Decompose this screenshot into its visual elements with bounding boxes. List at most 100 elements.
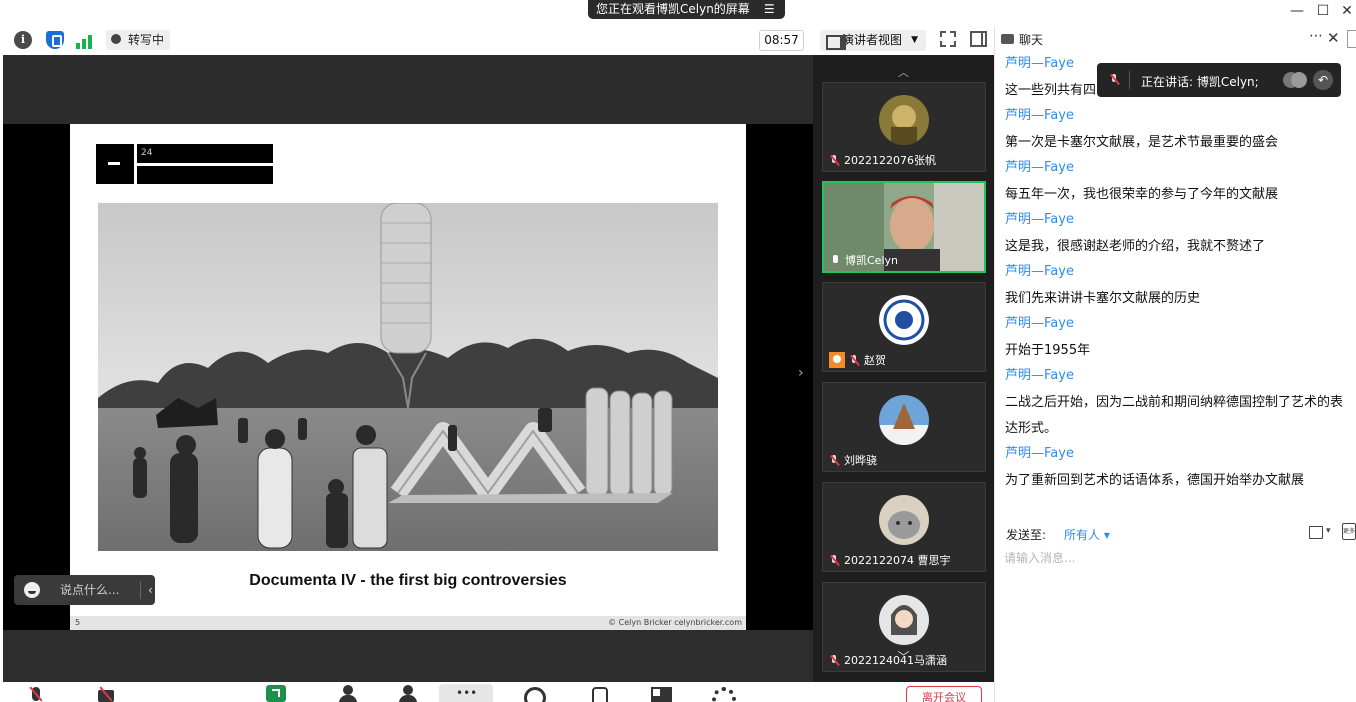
documenta-photo-illustration: [98, 203, 718, 551]
slide-photo: [98, 203, 718, 551]
mute-mic-icon[interactable]: [26, 685, 46, 702]
file-share-icon[interactable]: [1309, 526, 1323, 539]
mic-muted-icon: [829, 154, 840, 166]
mic-muted-icon[interactable]: [1109, 74, 1120, 85]
mic-muted-icon: [829, 454, 840, 466]
transcription-label: 转写中: [128, 33, 165, 47]
gallery-scroll-down-icon[interactable]: ﹀: [813, 648, 994, 665]
chat-message-sender[interactable]: 芦明—Faye: [1005, 262, 1355, 288]
meeting-timer: 08:57: [759, 30, 804, 51]
chat-message-sender[interactable]: 芦明—Faye: [1005, 210, 1355, 236]
chat-message-text: 为了重新回到艺术的话语体系，德国开始举办文献展: [1005, 473, 1305, 488]
slide-logo: [96, 144, 134, 184]
file-caret-icon[interactable]: ▾: [1326, 526, 1331, 536]
leave-meeting-button[interactable]: 离开会议: [906, 686, 982, 702]
chat-close-icon[interactable]: ✕: [1327, 29, 1340, 47]
send-to-recipient-dropdown[interactable]: 所有人 ▾: [1064, 526, 1110, 543]
chat-message-text: 我们先来讲讲卡塞尔文献展的历史: [1005, 291, 1201, 306]
chat-message-sender[interactable]: 芦明—Faye: [1005, 366, 1355, 392]
collapse-chevron-icon[interactable]: ‹: [148, 575, 153, 605]
participant-name-row: 2022122076张帆: [829, 152, 936, 168]
chat-title: 聊天: [1019, 33, 1044, 47]
share-banner-text: 您正在观看博凯Celyn的屏幕: [596, 2, 750, 16]
sidebar-toggle-icon[interactable]: [970, 31, 987, 47]
mic-muted-icon: [829, 554, 840, 566]
title-bar: 您正在观看博凯Celyn的屏幕 ☰ — ☐ ✕: [0, 0, 1356, 24]
chat-message-sender[interactable]: 芦明—Faye: [1005, 314, 1355, 340]
mic-on-icon: [830, 254, 841, 266]
more-options-icon[interactable]: [439, 684, 493, 702]
chat-message-text: 二战之后开始，因为二战前和期间纳粹德国控制了艺术的表达形式。: [1005, 395, 1344, 436]
shared-screen-top-margin: [3, 55, 813, 124]
participant-tile[interactable]: 赵贺: [822, 282, 986, 372]
chat-message-sender[interactable]: 芦明—Faye: [1005, 158, 1355, 184]
gallery-toggle-chevron-icon[interactable]: ›: [798, 365, 804, 381]
info-icon[interactable]: i: [14, 31, 32, 49]
participant-name-row: 赵贺: [829, 352, 886, 368]
raise-hand-icon[interactable]: [588, 685, 608, 702]
close-window-button[interactable]: ✕: [1330, 1, 1356, 21]
chat-message-text: 每五年一次，我也很荣幸的参与了今年的文献展: [1005, 187, 1279, 202]
host-avatar-icon: [829, 352, 845, 368]
share-screen-icon[interactable]: [266, 685, 286, 702]
reply-arrow-icon[interactable]: ↶: [1313, 70, 1333, 90]
reaction-divider: [140, 581, 141, 599]
chat-message-sender[interactable]: 芦明—Faye: [1005, 444, 1355, 470]
participant-tile[interactable]: 2022122076张帆: [822, 82, 986, 172]
chat-message-text: 这是我，很感谢赵老师的介绍，我就不赘述了: [1005, 239, 1266, 254]
panel-edge-tab[interactable]: [1347, 30, 1356, 48]
more-chat-options-label: 更多: [1343, 528, 1356, 535]
participant-avatar: [879, 395, 929, 445]
speaker-avatars: [1283, 72, 1311, 88]
slide-subheader-bar: [137, 166, 273, 184]
more-chat-options-icon[interactable]: 更多: [1342, 523, 1356, 540]
banner-menu-icon[interactable]: ☰: [764, 0, 775, 19]
toast-divider: [1129, 71, 1130, 89]
view-label: 演讲者视图: [842, 33, 903, 47]
send-to-label: 发送至:: [1006, 528, 1047, 542]
security-shield-icon[interactable]: [46, 31, 64, 49]
security-person-icon[interactable]: [338, 685, 358, 702]
meeting-toolbar: i 转写中 08:57 演讲者视图 ▼: [0, 26, 994, 54]
settings-gear-icon[interactable]: [710, 685, 736, 702]
slide-page-number: 5: [75, 618, 81, 627]
slide-header-bar: 24: [137, 144, 273, 163]
reaction-bar[interactable]: 说点什么... ‹: [14, 575, 155, 605]
participant-name: 博凯Celyn: [845, 254, 898, 267]
chat-more-icon[interactable]: ⋯: [1309, 28, 1324, 44]
screen-share-banner[interactable]: 您正在观看博凯Celyn的屏幕 ☰: [588, 0, 785, 19]
participant-tile[interactable]: 刘晔骁: [822, 382, 986, 472]
participant-tile[interactable]: 2022122074 曹思宇: [822, 482, 986, 572]
apps-icon[interactable]: [650, 685, 670, 702]
chat-message-text: 开始于1955年: [1005, 343, 1091, 358]
chat-message-list: 芦明—Faye 这一些列共有四 芦明—Faye 第一次是卡塞尔文献展，是艺术节最…: [1005, 54, 1355, 496]
gallery-scroll-up-icon[interactable]: ︿: [813, 64, 994, 80]
slide-copyright: © Celyn Bricker celynbricker.com: [608, 618, 742, 627]
record-icon[interactable]: [522, 685, 546, 702]
chat-message-sender[interactable]: 芦明—Faye: [1005, 106, 1355, 132]
participant-tile-active-speaker[interactable]: 博凯Celyn: [822, 181, 986, 273]
participant-avatar: [879, 295, 929, 345]
stop-video-icon[interactable]: [98, 685, 118, 702]
chat-bubble-icon: [1001, 34, 1014, 44]
meeting-controls-bar: [0, 682, 994, 702]
chat-message-text: 第一次是卡塞尔文献展，是艺术节最重要的盛会: [1005, 135, 1279, 150]
emoji-icon[interactable]: [24, 582, 40, 598]
mic-muted-icon: [849, 354, 860, 366]
caret-down-icon: ▼: [911, 35, 918, 45]
speaker-view-dropdown[interactable]: 演讲者视图 ▼: [820, 30, 926, 51]
participant-name: 2022122076张帆: [844, 154, 936, 167]
participant-name: 赵贺: [864, 354, 886, 367]
shared-screen-bottom-margin: [3, 630, 813, 682]
fullscreen-icon[interactable]: [940, 31, 956, 47]
chat-message-input[interactable]: [1004, 548, 1344, 568]
slide-footer: 5 © Celyn Bricker celynbricker.com: [70, 616, 746, 630]
slide-caption: Documenta IV - the first big controversi…: [249, 572, 567, 589]
comment-placeholder[interactable]: 说点什么...: [60, 575, 119, 605]
chat-header: 聊天 ⋯ ✕: [995, 26, 1356, 52]
participants-icon[interactable]: [398, 685, 418, 702]
transcription-status-button[interactable]: 转写中: [106, 30, 171, 50]
network-signal-icon[interactable]: [76, 31, 94, 49]
send-to-recipient: 所有人: [1064, 528, 1101, 542]
participant-avatar: [879, 95, 929, 145]
